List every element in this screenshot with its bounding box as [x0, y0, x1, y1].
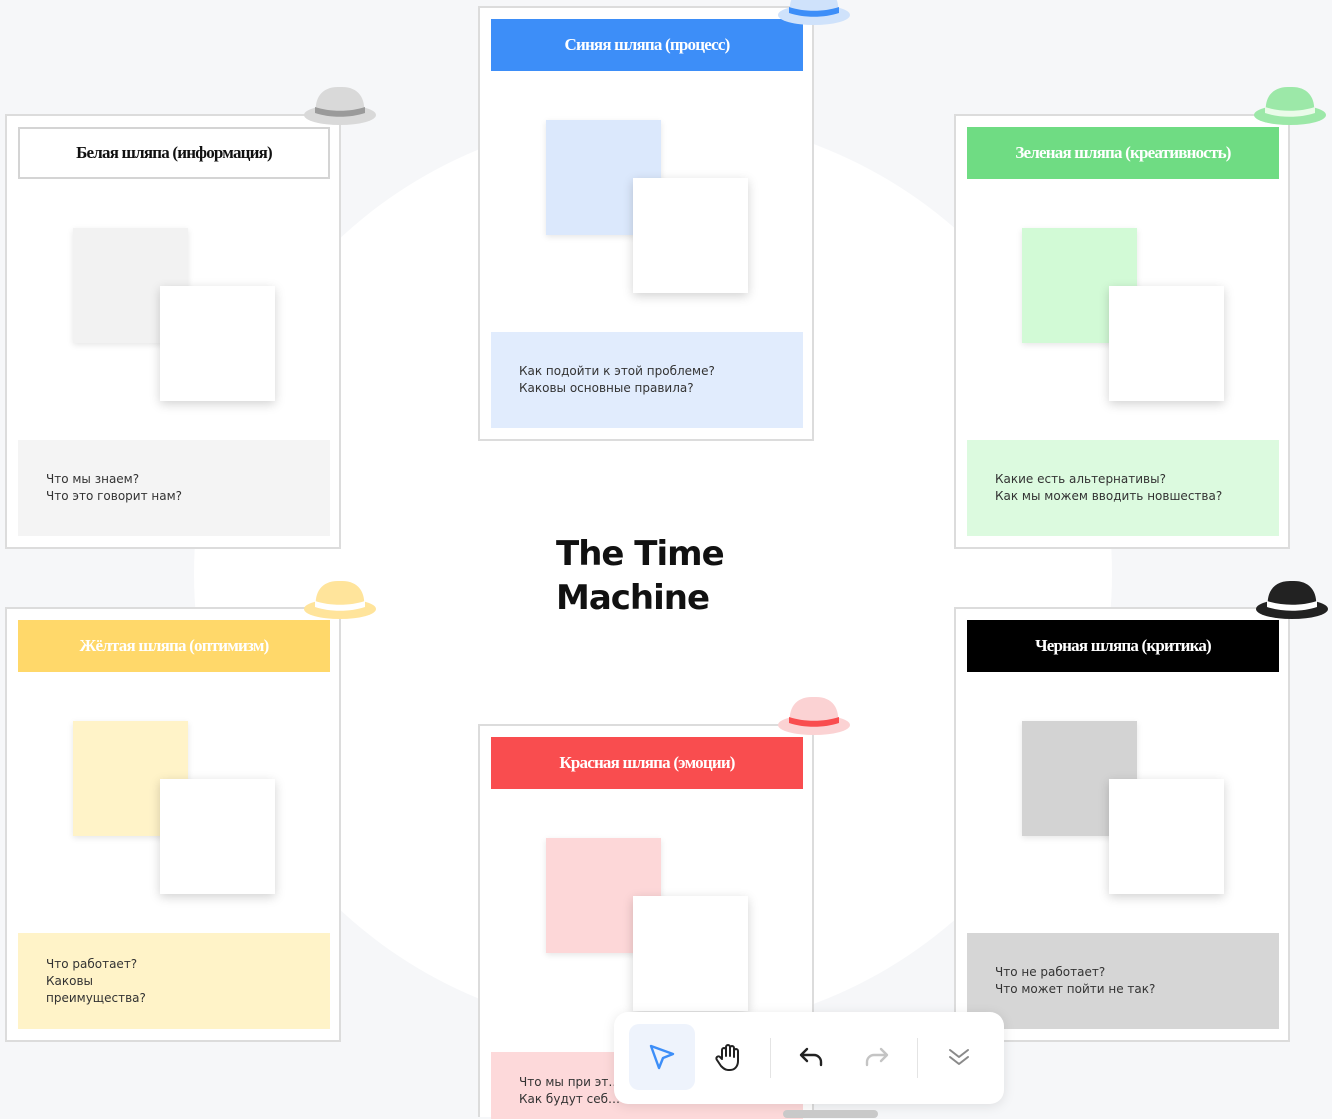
- redo-icon: [865, 1047, 889, 1067]
- hand-icon: [715, 1044, 739, 1071]
- card-prompt-note[interactable]: Как подойти к этой проблеме? Каковы осно…: [491, 332, 803, 428]
- card-header[interactable]: Зеленая шляпа (креативность): [967, 127, 1279, 179]
- sticky-note-blank[interactable]: [633, 178, 748, 293]
- red-hat-icon[interactable]: [774, 688, 854, 738]
- more-tools-button[interactable]: [926, 1024, 992, 1090]
- double-chevron-down-icon: [949, 1049, 969, 1065]
- sticky-note-blank[interactable]: [633, 896, 748, 1011]
- bottom-toolbar: [614, 1012, 1004, 1104]
- sticky-note-blank[interactable]: [160, 779, 275, 894]
- board-title-line-1: The Time: [556, 534, 725, 574]
- sticky-note-blank[interactable]: [1109, 286, 1224, 401]
- card-header[interactable]: Синяя шляпа (процесс): [491, 19, 803, 71]
- undo-button[interactable]: [778, 1024, 844, 1090]
- card-prompt-note[interactable]: Что не работает? Что может пойти не так?: [967, 933, 1279, 1029]
- card-header[interactable]: Красная шляпа (эмоции): [491, 737, 803, 789]
- card-prompt-note[interactable]: Что работает? Каковы преимущества?: [18, 933, 330, 1029]
- yellow-hat-icon[interactable]: [300, 572, 380, 622]
- toolbar-divider: [917, 1038, 918, 1078]
- sticky-note-blank[interactable]: [1109, 779, 1224, 894]
- sticky-note-blank[interactable]: [160, 286, 275, 401]
- select-tool-button[interactable]: [629, 1024, 695, 1090]
- undo-icon: [799, 1047, 823, 1067]
- card-header[interactable]: Белая шляпа (информация): [18, 127, 330, 179]
- card-green-hat[interactable]: Зеленая шляпа (креативность) Какие есть …: [954, 114, 1290, 549]
- card-header[interactable]: Жёлтая шляпа (оптимизм): [18, 620, 330, 672]
- card-blue-hat[interactable]: Синяя шляпа (процесс) Как подойти к этой…: [478, 6, 814, 441]
- cursor-arrow-icon: [649, 1044, 675, 1070]
- card-prompt-note[interactable]: Какие есть альтернативы? Как мы можем вв…: [967, 440, 1279, 536]
- card-header[interactable]: Черная шляпа (критика): [967, 620, 1279, 672]
- white-hat-icon[interactable]: [300, 78, 380, 128]
- redo-button[interactable]: [844, 1024, 910, 1090]
- pan-tool-button[interactable]: [696, 1024, 762, 1090]
- blue-hat-icon[interactable]: [774, 0, 854, 28]
- card-yellow-hat[interactable]: Жёлтая шляпа (оптимизм) Что работает? Ка…: [5, 607, 341, 1042]
- board-title[interactable]: The Time Machine: [556, 532, 816, 620]
- toolbar-divider: [770, 1038, 771, 1078]
- board-title-line-2: Machine: [556, 578, 710, 618]
- black-hat-icon[interactable]: [1252, 572, 1332, 622]
- card-prompt-note[interactable]: Что мы знаем? Что это говорит нам?: [18, 440, 330, 536]
- card-white-hat[interactable]: Белая шляпа (информация) Что мы знаем? Ч…: [5, 114, 341, 549]
- green-hat-icon[interactable]: [1250, 78, 1330, 128]
- card-black-hat[interactable]: Черная шляпа (критика) Что не работает? …: [954, 607, 1290, 1042]
